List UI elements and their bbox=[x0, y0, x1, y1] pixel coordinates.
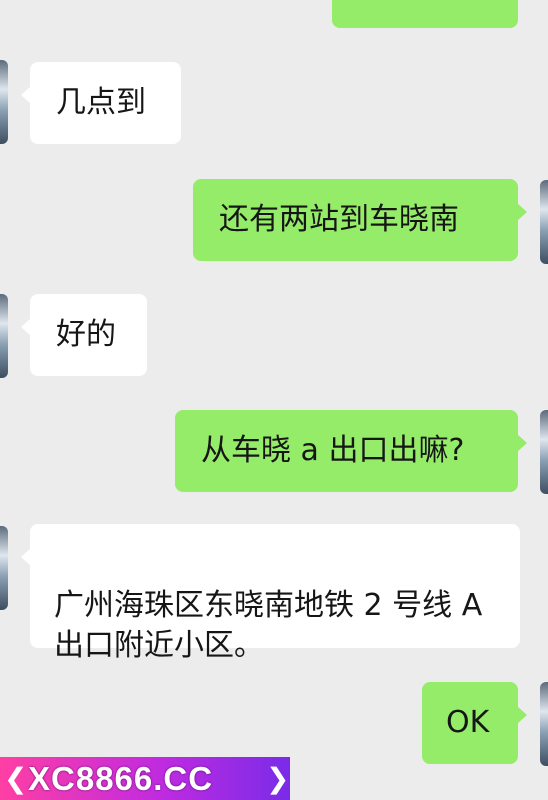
chevron-left-icon: ❮ bbox=[4, 762, 28, 795]
message-text: 几点到 bbox=[56, 85, 146, 120]
contact-avatar[interactable] bbox=[0, 294, 8, 378]
outgoing-message[interactable]: 还有两站到车晓南 bbox=[193, 179, 527, 261]
watermark-banner: ❮ XC8866.CC ❯ bbox=[0, 757, 290, 800]
message-text: 还有两站到车晓南 bbox=[219, 202, 459, 237]
contact-avatar[interactable] bbox=[0, 60, 8, 144]
message-text: 广州海珠区东晓南地铁 2 号线 A 出口附近小区。 bbox=[54, 588, 483, 663]
my-avatar[interactable] bbox=[540, 410, 548, 494]
my-avatar[interactable] bbox=[540, 682, 548, 766]
message-text: 从车晓 a 出口出嘛? bbox=[201, 433, 465, 468]
outgoing-message[interactable]: OK bbox=[422, 682, 527, 764]
incoming-message[interactable]: 好的 bbox=[21, 294, 147, 376]
my-avatar[interactable] bbox=[540, 180, 548, 264]
incoming-message[interactable]: 几点到 bbox=[21, 62, 181, 144]
message-text: OK bbox=[446, 705, 490, 740]
chevron-right-icon: ❯ bbox=[266, 762, 290, 795]
watermark-text: XC8866.CC bbox=[28, 760, 214, 797]
previous-message-bubble[interactable] bbox=[332, 0, 518, 28]
message-text: 好的 bbox=[56, 317, 116, 352]
incoming-message[interactable]: 广州海珠区东晓南地铁 2 号线 A 出口附近小区。 bbox=[21, 524, 520, 663]
outgoing-message[interactable]: 从车晓 a 出口出嘛? bbox=[175, 410, 527, 492]
contact-avatar[interactable] bbox=[0, 526, 8, 610]
